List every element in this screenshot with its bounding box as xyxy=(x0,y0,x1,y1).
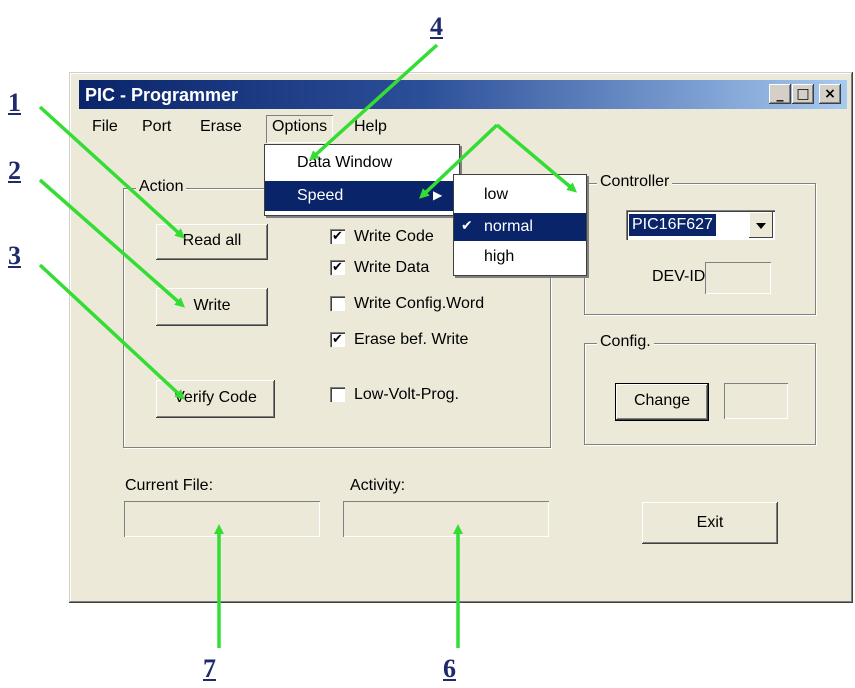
annotation-arrows xyxy=(38,43,578,648)
arrow-1 xyxy=(38,105,185,239)
arrow-4 xyxy=(309,43,439,161)
arrow-5a xyxy=(419,123,499,199)
arrow-5b xyxy=(495,123,578,193)
